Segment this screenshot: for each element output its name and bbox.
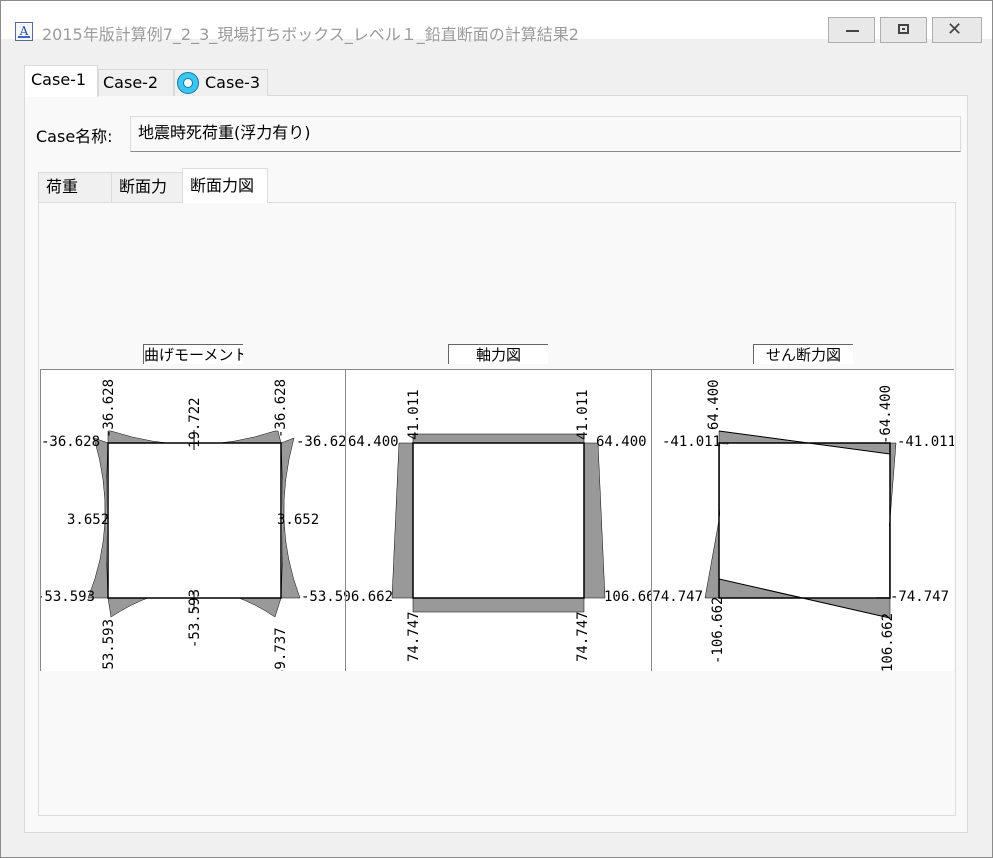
moment-frame <box>107 442 282 599</box>
tab-case-2[interactable]: Case-2 <box>98 69 174 96</box>
title-bar: A 2015年版計算例7_2_3_現場打ちボックス_レベル１_鉛直断面の計算結果… <box>1 1 992 44</box>
shear-label-left-top: -41.011 <box>662 434 721 450</box>
shear-label-bottom-right: 106.662 <box>880 613 896 671</box>
moment-label-right-mid: 3.652 <box>277 512 319 528</box>
shear-diagram: 64.400 -64.400 -41.011 -41.011 -74.747 -… <box>651 369 954 671</box>
tab-case-3[interactable]: Case-3 <box>174 69 268 96</box>
tab-section-force[interactable]: 断面力 <box>111 172 183 202</box>
tab-case-1[interactable]: Case-1 <box>24 65 98 97</box>
moment-label-bottom-right-v: 39.737 <box>273 627 289 671</box>
axial-label-bottom-left: 74.747 <box>406 611 422 662</box>
tab-case-3-label: Case-3 <box>205 73 261 92</box>
moment-label-left-bottom: -53.593 <box>41 589 95 605</box>
axial-diagram-title: 軸力図 <box>448 344 548 364</box>
shear-label-top-right: -64.400 <box>878 385 894 444</box>
shear-label-right-top: -41.011 <box>897 434 954 450</box>
maximize-icon <box>898 24 909 34</box>
axial-label-right-top: 64.400 <box>596 434 647 450</box>
moment-label-top-mid: 19.722 <box>187 397 203 448</box>
moment-label-top-left-v: -36.628 <box>101 379 117 438</box>
axial-label-top-right: 41.011 <box>575 389 591 440</box>
document-app-icon: A <box>15 22 33 41</box>
axial-label-right-bottom: 106.662 <box>604 589 651 605</box>
axial-label-left-top: 64.400 <box>348 434 399 450</box>
moment-label-right-top: -36.628 <box>296 434 345 450</box>
shear-label-bottom-left: -106.662 <box>710 597 726 664</box>
close-icon: ✕ <box>947 19 963 40</box>
axial-left-fill <box>391 442 414 599</box>
moment-label-top-right-v: -36.628 <box>273 379 289 438</box>
minimize-button[interactable] <box>828 17 875 43</box>
moment-label-left-top: -36.628 <box>41 434 100 450</box>
axial-bottom-fill <box>412 597 585 613</box>
minimize-icon <box>846 30 859 32</box>
axial-label-top-left: 41.011 <box>406 389 422 440</box>
axial-top-fill <box>412 433 585 444</box>
moment-label-left-mid: 3.652 <box>67 512 109 528</box>
shear-label-top-left: 64.400 <box>706 379 722 430</box>
close-button[interactable]: ✕ <box>932 17 982 43</box>
case-name-label: Case名称: <box>36 127 113 146</box>
axial-right-fill <box>583 442 606 599</box>
moment-diagram: -36.628 19.722 -36.628 -36.628 -36.628 3… <box>40 369 345 671</box>
shear-label-right-bottom: -74.747 <box>890 589 949 605</box>
case-name-field[interactable]: 地震時死荷重(浮力有り) <box>130 116 961 152</box>
shear-diagram-title: せん断力図 <box>753 344 853 364</box>
tab-section-force-diagram[interactable]: 断面力図 <box>182 168 268 203</box>
radio-circle-icon <box>177 72 199 94</box>
maximize-button[interactable] <box>880 17 927 43</box>
moment-label-bottom-mid: -53.593 <box>187 589 203 648</box>
axial-frame <box>412 442 585 599</box>
axial-label-left-bottom: 106.662 <box>346 589 393 605</box>
moment-label-right-bottom: -53.593 <box>301 589 345 605</box>
window-title: 2015年版計算例7_2_3_現場打ちボックス_レベル１_鉛直断面の計算結果2 <box>42 25 579 44</box>
axial-diagram: 41.011 41.011 64.400 64.400 106.662 106.… <box>345 369 651 671</box>
shear-label-left-bottom: -74.747 <box>652 589 703 605</box>
moment-diagram-title: 曲げモーメント図 <box>143 344 243 364</box>
tab-load[interactable]: 荷重 <box>38 172 112 202</box>
moment-label-bottom-left-v: -53.593 <box>101 619 117 671</box>
axial-label-bottom-right: 74.747 <box>575 611 591 662</box>
